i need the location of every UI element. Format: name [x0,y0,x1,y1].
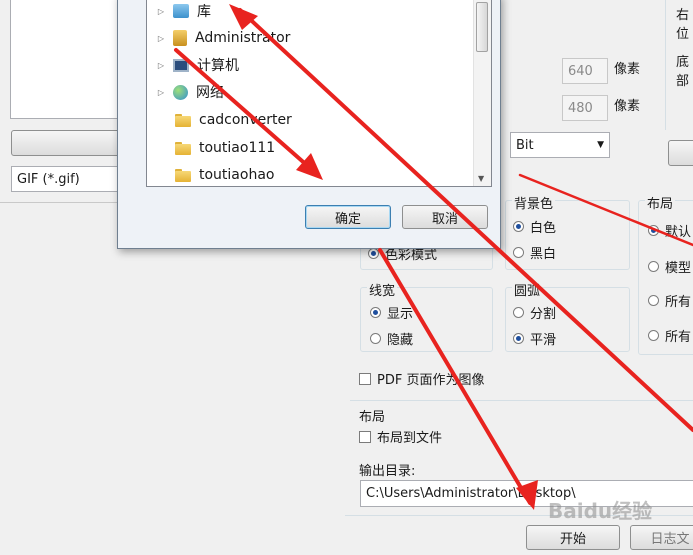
radio-selected-icon [370,307,381,318]
folder-icon [175,113,191,127]
background-group-title: 背景色 [512,193,556,212]
linewidth-option-hide[interactable]: 隐藏 [370,329,413,348]
height-unit: 像素 [614,99,641,114]
radio-icon [370,333,381,344]
tree-item-cadconverter[interactable]: cadconverter [155,107,292,133]
width-input[interactable]: 640 [562,58,608,84]
start-button[interactable]: 开始 [526,525,620,550]
color-depth-select[interactable]: Bit ▼ [510,132,610,158]
tree-item-administrator[interactable]: ▷ Administrator [155,25,290,51]
layout-option-default[interactable]: 默认 [648,221,691,240]
linewidth-group-title: 线宽 [367,280,398,299]
scroll-down-arrow-icon[interactable]: ▼ [478,174,484,183]
tree-scrollbar[interactable]: ▼ [473,0,491,186]
browse-folder-dialog: ▷ 库 ▷ Administrator ▷ 计算机 ▷ 网络 cadconver… [117,0,501,249]
format-select-value: GIF (*.gif) [17,171,80,187]
folder-tree[interactable]: ▷ 库 ▷ Administrator ▷ 计算机 ▷ 网络 cadconver… [146,0,492,187]
network-icon [173,84,188,100]
top-right-label-1: 右位 [676,8,690,42]
cancel-button[interactable]: 取消 [402,205,488,229]
layout-to-file-checkbox[interactable]: 布局到文件 [359,427,442,446]
arc-option-split[interactable]: 分割 [513,303,556,322]
background-option-white[interactable]: 白色 [513,217,556,236]
linewidth-option-show[interactable]: 显示 [370,303,413,322]
ok-button[interactable]: 确定 [305,205,391,229]
tree-item-library[interactable]: ▷ 库 [155,0,211,24]
left-action-button[interactable] [11,130,123,156]
tree-item-toutiao111[interactable]: toutiao111 [155,135,275,161]
radio-selected-icon [513,333,524,344]
scrollbar-thumb[interactable] [476,2,488,52]
computer-icon [173,58,189,72]
right-top-divider [665,0,666,130]
output-label: 输出目录: [359,464,416,479]
width-value: 640 [568,63,593,79]
layout-option-model[interactable]: 模型 [648,257,691,276]
folder-icon [175,168,191,182]
layout-option-all-1[interactable]: 所有 [648,291,691,310]
tree-item-network[interactable]: ▷ 网络 [155,79,224,105]
tree-item-computer[interactable]: ▷ 计算机 [155,52,239,78]
width-unit: 像素 [614,62,641,77]
format-select[interactable]: GIF (*.gif) [11,166,123,192]
output-path-value: C:\Users\Administrator\Desktop\ [366,486,576,501]
arc-group-title: 圆弧 [512,280,543,299]
folder-icon [175,141,191,155]
left-panel-divider [0,202,122,203]
background-option-bw[interactable]: 黑白 [513,243,556,262]
log-button[interactable]: 日志文 [630,525,693,550]
expand-arrow-icon: ▷ [157,33,165,43]
height-value: 480 [568,100,593,116]
expand-arrow-icon: ▷ [157,6,165,16]
radio-selected-icon [513,221,524,232]
right-small-button[interactable] [668,140,693,166]
expand-arrow-icon: ▷ [157,60,165,70]
radio-selected-icon [368,248,379,259]
baidu-watermark: Baidu经验 [548,499,653,523]
tree-item-toutiaohao[interactable]: toutiaohao [155,162,274,186]
radio-icon [648,330,659,341]
layout-group-title: 布局 [645,193,676,212]
user-folder-icon [173,30,187,46]
layout-option-all-2[interactable]: 所有 [648,326,691,345]
layout-section-title: 布局 [359,410,386,425]
radio-selected-icon [648,225,659,236]
pdf-as-image-checkbox[interactable]: PDF 页面作为图像 [359,369,484,388]
checkbox-icon [359,372,371,385]
top-right-label-2: 底部 [676,55,690,89]
layout-section-divider [350,400,693,401]
radio-icon [513,307,524,318]
radio-icon [513,247,524,258]
radio-icon [648,261,659,272]
checkbox-icon [359,430,371,443]
dropdown-arrow-icon: ▼ [597,140,604,150]
height-input[interactable]: 480 [562,95,608,121]
left-list-box[interactable] [10,0,124,119]
arc-option-smooth[interactable]: 平滑 [513,329,556,348]
radio-icon [648,295,659,306]
color-depth-value: Bit [516,137,534,153]
library-icon [173,4,189,18]
expand-arrow-icon: ▷ [157,87,165,97]
